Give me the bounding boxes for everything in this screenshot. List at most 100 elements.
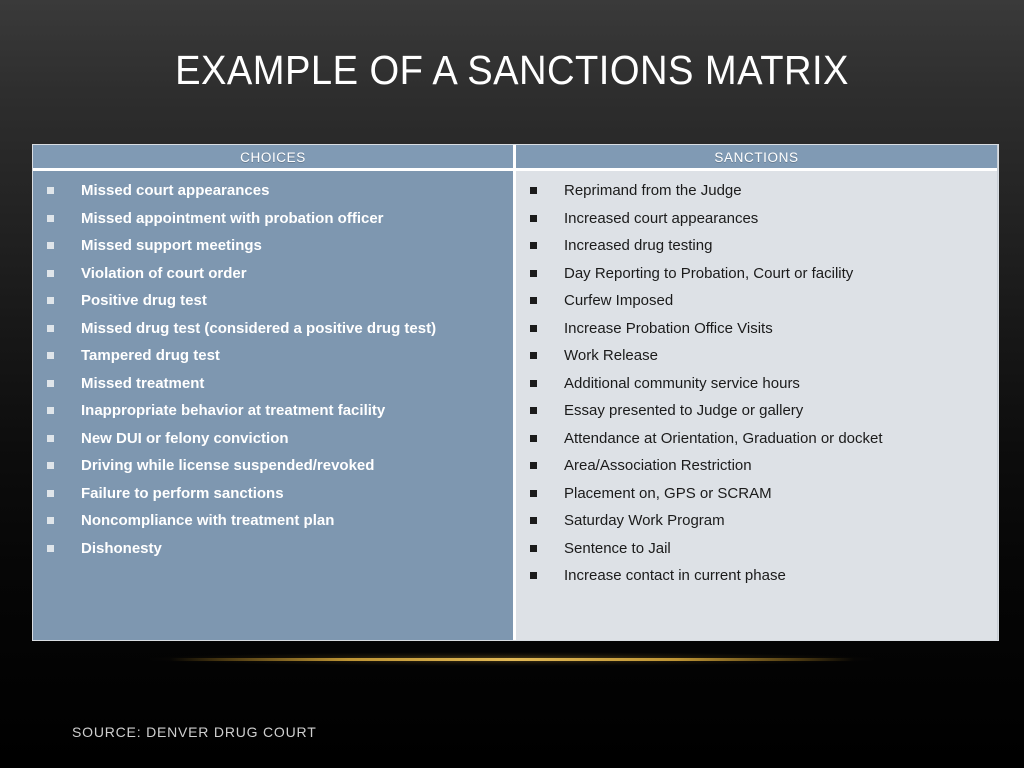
square-bullet-icon <box>47 517 54 524</box>
sanctions-list-item: Increase Probation Office Visits <box>516 315 997 343</box>
choices-list-item: Driving while license suspended/revoked <box>33 452 513 480</box>
sanctions-list-item-label: Saturday Work Program <box>564 512 725 529</box>
choices-list-item: Dishonesty <box>33 535 513 563</box>
square-bullet-icon <box>530 187 537 194</box>
square-bullet-icon <box>530 517 537 524</box>
sanctions-list-item: Attendance at Orientation, Graduation or… <box>516 425 997 453</box>
choices-list-item-label: Missed appointment with probation office… <box>81 209 384 227</box>
sanctions-list-item-label: Attendance at Orientation, Graduation or… <box>564 429 883 447</box>
sanctions-list-item-label: Additional community service hours <box>564 374 800 392</box>
sanctions-list-item: Increase contact in current phase <box>516 562 997 590</box>
sanctions-list-item: Sentence to Jail <box>516 535 997 563</box>
sanctions-list-item: Increased court appearances <box>516 205 997 233</box>
sanctions-list-item-label: Increased drug testing <box>564 237 713 254</box>
square-bullet-icon <box>47 297 54 304</box>
square-bullet-icon <box>47 242 54 249</box>
square-bullet-icon <box>530 434 537 442</box>
sanctions-list-item: Curfew Imposed <box>516 287 997 315</box>
page-title: EXAMPLE OF A SANCTIONS MATRIX <box>175 47 849 93</box>
choices-list-item-label: Violation of court order <box>81 264 247 282</box>
square-bullet-icon <box>530 242 537 249</box>
square-bullet-icon <box>530 462 537 469</box>
sanctions-list-item-label: Increase contact in current phase <box>564 567 786 584</box>
choices-list-item-label: Inappropriate behavior at treatment faci… <box>81 402 386 419</box>
choices-list-item: Violation of court order <box>33 260 513 288</box>
choices-list-item-label: Missed court appearances <box>81 182 270 199</box>
square-bullet-icon <box>530 489 537 497</box>
sanctions-list-item: Saturday Work Program <box>516 507 997 535</box>
choices-column-header: CHOICES <box>33 145 513 171</box>
choices-list-item: Positive drug test <box>33 287 513 315</box>
sanctions-list-item: Additional community service hours <box>516 370 997 398</box>
choices-list-item: Missed appointment with probation office… <box>33 205 513 233</box>
square-bullet-icon <box>47 269 54 277</box>
square-bullet-icon <box>530 379 537 387</box>
choices-list-item: Noncompliance with treatment plan <box>33 507 513 535</box>
choices-list-item: Missed court appearances <box>33 177 513 205</box>
choices-list-item-label: Positive drug test <box>81 292 207 309</box>
square-bullet-icon <box>47 544 54 552</box>
choices-list-item-label: Missed support meetings <box>81 237 262 254</box>
sanctions-list-item-label: Area/Association Restriction <box>564 457 752 474</box>
choices-list-item-label: Driving while license suspended/revoked <box>81 457 375 474</box>
sanctions-list-item: Increased drug testing <box>516 232 997 260</box>
square-bullet-icon <box>530 297 537 304</box>
choices-column: CHOICES Missed court appearances Missed a… <box>33 145 516 640</box>
choices-list-item-label: Tampered drug test <box>81 347 220 364</box>
choices-list-item: New DUI or felony conviction <box>33 425 513 453</box>
square-bullet-icon <box>530 407 537 414</box>
sanctions-list: Reprimand from the Judge Increased court … <box>516 177 997 590</box>
square-bullet-icon <box>47 489 54 497</box>
square-bullet-icon <box>47 434 54 442</box>
choices-list-item-label: Missed treatment <box>81 374 205 392</box>
square-bullet-icon <box>530 352 537 359</box>
square-bullet-icon <box>47 379 54 387</box>
sanctions-list-item-label: Placement on, GPS or SCRAM <box>564 484 772 502</box>
accent-rule <box>170 658 854 661</box>
sanctions-list-item-label: Curfew Imposed <box>564 292 674 309</box>
sanctions-list-item-label: Increased court appearances <box>564 209 759 227</box>
slide-canvas: EXAMPLE OF A SANCTIONS MATRIX CHOICES Mi… <box>0 0 1024 768</box>
sanctions-column: SANCTIONS Reprimand from the Judge Increa… <box>516 145 997 640</box>
sanctions-list-item: Day Reporting to Probation, Court or fac… <box>516 260 997 288</box>
sanctions-list-item-label: Day Reporting to Probation, Court or fac… <box>564 264 854 282</box>
sanctions-list-item: Placement on, GPS or SCRAM <box>516 480 997 508</box>
sanctions-list-item: Area/Association Restriction <box>516 452 997 480</box>
choices-list-item-label: New DUI or felony conviction <box>81 429 289 447</box>
choices-list-item-label: Dishonesty <box>81 539 162 557</box>
sanctions-column-body: Reprimand from the Judge Increased court … <box>516 171 997 640</box>
square-bullet-icon <box>47 462 54 469</box>
sanctions-list-item: Essay presented to Judge or gallery <box>516 397 997 425</box>
square-bullet-icon <box>530 269 537 277</box>
square-bullet-icon <box>530 572 537 579</box>
sanctions-list-item-label: Essay presented to Judge or gallery <box>564 402 804 419</box>
square-bullet-icon <box>47 214 54 222</box>
choices-list-item: Missed treatment <box>33 370 513 398</box>
square-bullet-icon <box>47 324 54 332</box>
sanctions-column-header: SANCTIONS <box>516 145 997 171</box>
square-bullet-icon <box>47 407 54 414</box>
choices-list-item: Tampered drug test <box>33 342 513 370</box>
sanctions-list-item-label: Reprimand from the Judge <box>564 182 742 199</box>
sanctions-list-item-label: Sentence to Jail <box>564 539 671 557</box>
square-bullet-icon <box>47 187 54 194</box>
choices-list-item: Missed drug test (considered a positive … <box>33 315 513 343</box>
choices-list-item-label: Failure to perform sanctions <box>81 484 284 502</box>
sanctions-list-item-label: Work Release <box>564 347 658 364</box>
choices-list-item: Failure to perform sanctions <box>33 480 513 508</box>
choices-list-item: Inappropriate behavior at treatment faci… <box>33 397 513 425</box>
choices-list-item-label: Missed drug test (considered a positive … <box>81 319 437 337</box>
choices-list-item-label: Noncompliance with treatment plan <box>81 512 335 529</box>
choices-column-body: Missed court appearances Missed appointme… <box>33 171 513 640</box>
square-bullet-icon <box>47 352 54 359</box>
sanctions-matrix-table: CHOICES Missed court appearances Missed a… <box>32 144 999 641</box>
sanctions-list-item: Work Release <box>516 342 997 370</box>
sanctions-list-item-label: Increase Probation Office Visits <box>564 319 773 337</box>
choices-list: Missed court appearances Missed appointme… <box>33 177 513 562</box>
sanctions-list-item: Reprimand from the Judge <box>516 177 997 205</box>
square-bullet-icon <box>530 544 537 552</box>
square-bullet-icon <box>530 214 537 222</box>
choices-list-item: Missed support meetings <box>33 232 513 260</box>
source-attribution: SOURCE: DENVER DRUG COURT <box>72 724 317 740</box>
square-bullet-icon <box>530 324 537 332</box>
